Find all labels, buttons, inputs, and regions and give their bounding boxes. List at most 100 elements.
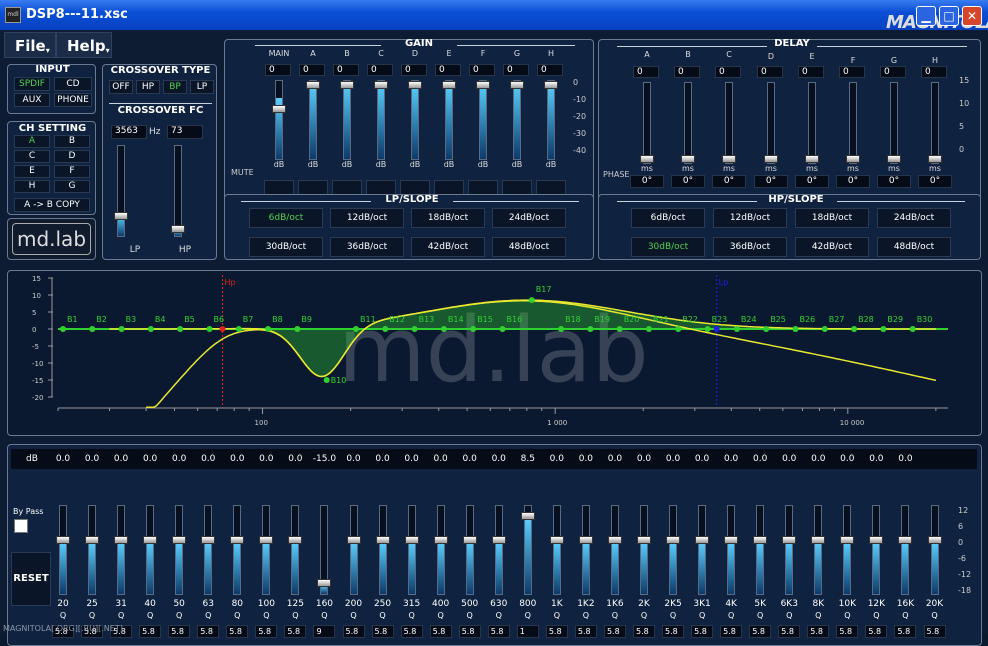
eq-q-value[interactable]: 5.8 [691,625,714,638]
eq-band-slider[interactable] [230,505,245,595]
eq-band-slider[interactable] [927,505,942,595]
eq-band-slider[interactable] [578,505,593,595]
ch-b-button[interactable]: B [54,135,90,148]
eq-band-slider[interactable] [607,505,622,595]
delay-slider-a[interactable] [640,82,654,164]
eq-band-knob[interactable] [201,536,216,545]
eq-band-slider[interactable] [433,505,448,595]
eq-band-slider[interactable] [666,505,681,595]
band-point-b19[interactable] [587,326,594,332]
eq-band-knob[interactable] [520,512,535,521]
crossover-lp-button[interactable]: LP [190,80,214,94]
ch-e-button[interactable]: E [14,165,50,178]
gain-slider-main[interactable] [272,80,286,160]
lp-slope-48db-oct-button[interactable]: 48dB/oct [492,237,566,257]
eq-band-knob[interactable] [840,536,855,545]
gain-slider-b[interactable] [340,80,354,160]
lp-slope-30db-oct-button[interactable]: 30dB/oct [249,237,323,257]
lp-slope-12db-oct-button[interactable]: 12dB/oct [330,208,404,228]
eq-q-value[interactable]: 5.8 [487,625,510,638]
band-point-b8[interactable] [265,326,272,332]
eq-band-slider[interactable] [259,505,274,595]
band-point-b9[interactable] [294,326,301,332]
crossover-off-button[interactable]: OFF [109,80,133,94]
eq-band-slider[interactable] [114,505,129,595]
gain-knob-f[interactable] [476,81,490,89]
band-point-b12[interactable] [382,326,389,332]
band-point-b13[interactable] [411,326,418,332]
delay-knob-e[interactable] [805,155,819,163]
mute-button-b[interactable] [332,180,362,195]
delay-slider-b[interactable] [681,82,695,164]
eq-band-knob[interactable] [607,536,622,545]
eq-q-value[interactable]: 5.8 [720,625,743,638]
delay-slider-h[interactable] [928,82,942,164]
gain-slider-a[interactable] [306,80,320,160]
band-point-b25[interactable] [763,326,770,332]
band-point-b23[interactable] [704,326,711,332]
band-point-b7[interactable] [235,326,242,332]
band-point-b4[interactable] [147,326,154,332]
band-point-b27[interactable] [821,326,828,332]
gain-slider-e[interactable] [442,80,456,160]
delay-knob-c[interactable] [722,155,736,163]
band-point-b17[interactable] [528,297,535,304]
copy-button[interactable]: A -> B COPY [14,198,90,212]
eq-band-slider[interactable] [404,505,419,595]
gain-value-a[interactable]: 0 [299,64,325,76]
eq-band-slider[interactable] [201,505,216,595]
eq-q-value[interactable]: 5.8 [226,625,249,638]
eq-band-knob[interactable] [811,536,826,545]
eq-band-knob[interactable] [114,536,129,545]
gain-value-e[interactable]: 0 [435,64,461,76]
gain-slider-c[interactable] [374,80,388,160]
delay-value-b[interactable]: 0 [674,66,700,78]
band-point-b24[interactable] [733,326,740,332]
hp-slope-42db-oct-button[interactable]: 42dB/oct [795,237,869,257]
eq-band-slider[interactable] [811,505,826,595]
phase-button-a[interactable]: 0° [630,175,664,188]
delay-value-a[interactable]: 0 [633,66,659,78]
minimize-button[interactable]: ▁ [916,6,936,26]
phase-button-b[interactable]: 0° [671,175,705,188]
gain-value-f[interactable]: 0 [469,64,495,76]
delay-slider-e[interactable] [805,82,819,164]
band-point-b29[interactable] [880,326,887,332]
delay-knob-b[interactable] [681,155,695,163]
eq-band-knob[interactable] [695,536,710,545]
band-point-b2[interactable] [89,326,96,332]
delay-value-f[interactable]: 0 [839,66,865,78]
hp-frequency-field[interactable]: 73 [167,125,203,139]
mute-button-a[interactable] [298,180,328,195]
ch-f-button[interactable]: F [54,165,90,178]
eq-band-slider[interactable] [491,505,506,595]
eq-q-value[interactable]: 5.8 [836,625,859,638]
hp-point[interactable] [219,326,226,332]
eq-band-knob[interactable] [753,536,768,545]
eq-band-slider[interactable] [143,505,158,595]
eq-band-knob[interactable] [927,536,942,545]
hp-slope-36db-oct-button[interactable]: 36dB/oct [713,237,787,257]
eq-band-slider[interactable] [549,505,564,595]
delay-value-d[interactable]: 0 [757,66,783,78]
eq-band-knob[interactable] [782,536,797,545]
eq-band-knob[interactable] [317,579,332,588]
band-point-b20[interactable] [616,326,623,332]
eq-band-knob[interactable] [869,536,884,545]
lp-slope-36db-oct-button[interactable]: 36dB/oct [330,237,404,257]
gain-knob-h[interactable] [544,81,558,89]
band-point-b30[interactable] [909,326,916,332]
mute-button-f[interactable] [468,180,498,195]
eq-band-knob[interactable] [143,536,158,545]
phase-button-d[interactable]: 0° [754,175,788,188]
eq-q-value[interactable]: 5.8 [865,625,888,638]
eq-band-knob[interactable] [491,536,506,545]
delay-knob-h[interactable] [928,155,942,163]
eq-band-slider[interactable] [375,505,390,595]
input-phone-button[interactable]: PHONE [54,93,92,107]
gain-value-main[interactable]: 0 [265,64,291,76]
hp-slider-knob[interactable] [171,224,185,233]
eq-q-value[interactable]: 5.8 [894,625,917,638]
eq-band-knob[interactable] [259,536,274,545]
band-point-b6[interactable] [206,326,213,332]
